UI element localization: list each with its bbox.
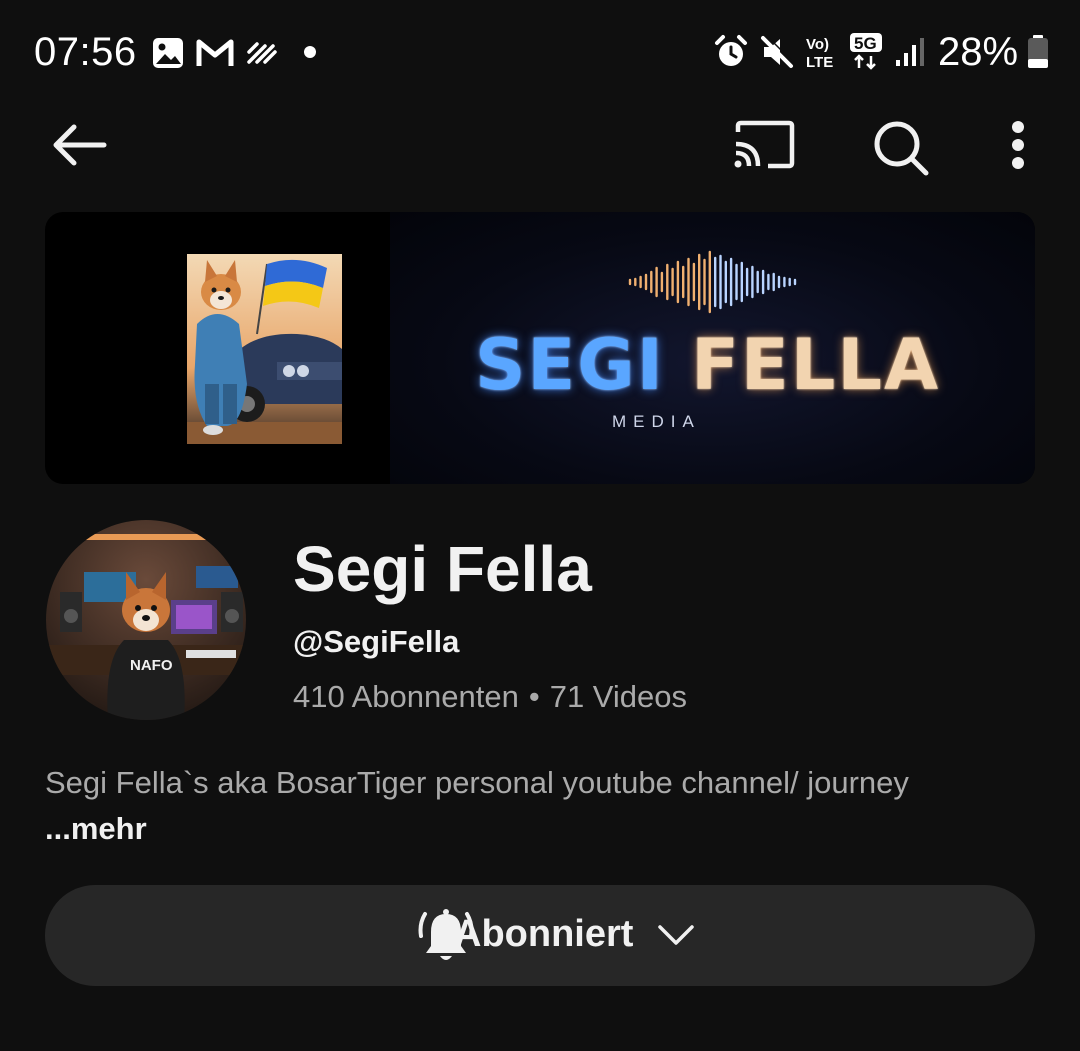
banner-illustration xyxy=(187,254,342,444)
banner-title-part1: SEGI xyxy=(475,324,665,406)
cast-icon[interactable] xyxy=(732,118,796,174)
banner-photo xyxy=(187,254,342,444)
chevron-down-icon xyxy=(658,925,694,945)
stats-separator: • xyxy=(528,679,540,714)
battery-percentage: 28% xyxy=(938,30,1019,74)
alarm-icon xyxy=(715,35,747,66)
channel-handle: @SegiFella xyxy=(293,624,460,659)
description-text: Segi Fella`s aka BosarTiger personal you… xyxy=(45,765,909,800)
more-link[interactable]: ...mehr xyxy=(45,811,147,846)
channel-avatar[interactable]: NAFO xyxy=(46,520,246,720)
volte-icon: Vo) LTE xyxy=(806,36,833,70)
video-count: 71 Videos xyxy=(549,679,688,714)
subscribed-label: Abonniert xyxy=(454,913,634,955)
more-vert-icon[interactable] xyxy=(1004,120,1032,172)
avatar-illustration: NAFO xyxy=(46,520,246,720)
signal-app-icon xyxy=(247,42,277,64)
svg-text:5G: 5G xyxy=(854,34,877,53)
battery-icon xyxy=(1028,35,1048,68)
channel-stats: 410 Abonnenten • 71 Videos xyxy=(293,679,687,715)
status-time: 07:56 xyxy=(34,30,137,74)
subscribed-button[interactable]: Abonniert xyxy=(45,885,1035,986)
gmail-icon xyxy=(196,39,234,66)
channel-banner: SEGI FELLA xyxy=(45,212,1035,484)
svg-text:Vo): Vo) xyxy=(806,36,829,53)
notification-dot-icon xyxy=(304,46,316,58)
channel-description[interactable]: Segi Fella`s aka BosarTiger personal you… xyxy=(45,760,945,852)
subscriber-count: 410 Abonnenten xyxy=(293,679,519,714)
signal-bars-icon xyxy=(896,38,924,66)
mute-icon xyxy=(761,34,795,68)
svg-text:LTE: LTE xyxy=(806,54,833,70)
banner-title: SEGI FELLA xyxy=(475,324,940,406)
back-arrow-icon[interactable] xyxy=(50,120,108,170)
status-bar: 07:56 Vo) LTE 5G 28% xyxy=(0,0,1080,100)
avatar-shirt-text: NAFO xyxy=(130,657,173,674)
gallery-icon xyxy=(153,38,183,68)
channel-name: Segi Fella xyxy=(293,533,592,605)
soundwave-graphic xyxy=(628,250,797,314)
search-icon[interactable] xyxy=(870,117,932,179)
banner-subtitle: MEDIA xyxy=(612,412,701,431)
banner-title-part2: FELLA xyxy=(691,324,941,406)
5g-icon: 5G xyxy=(850,33,882,70)
